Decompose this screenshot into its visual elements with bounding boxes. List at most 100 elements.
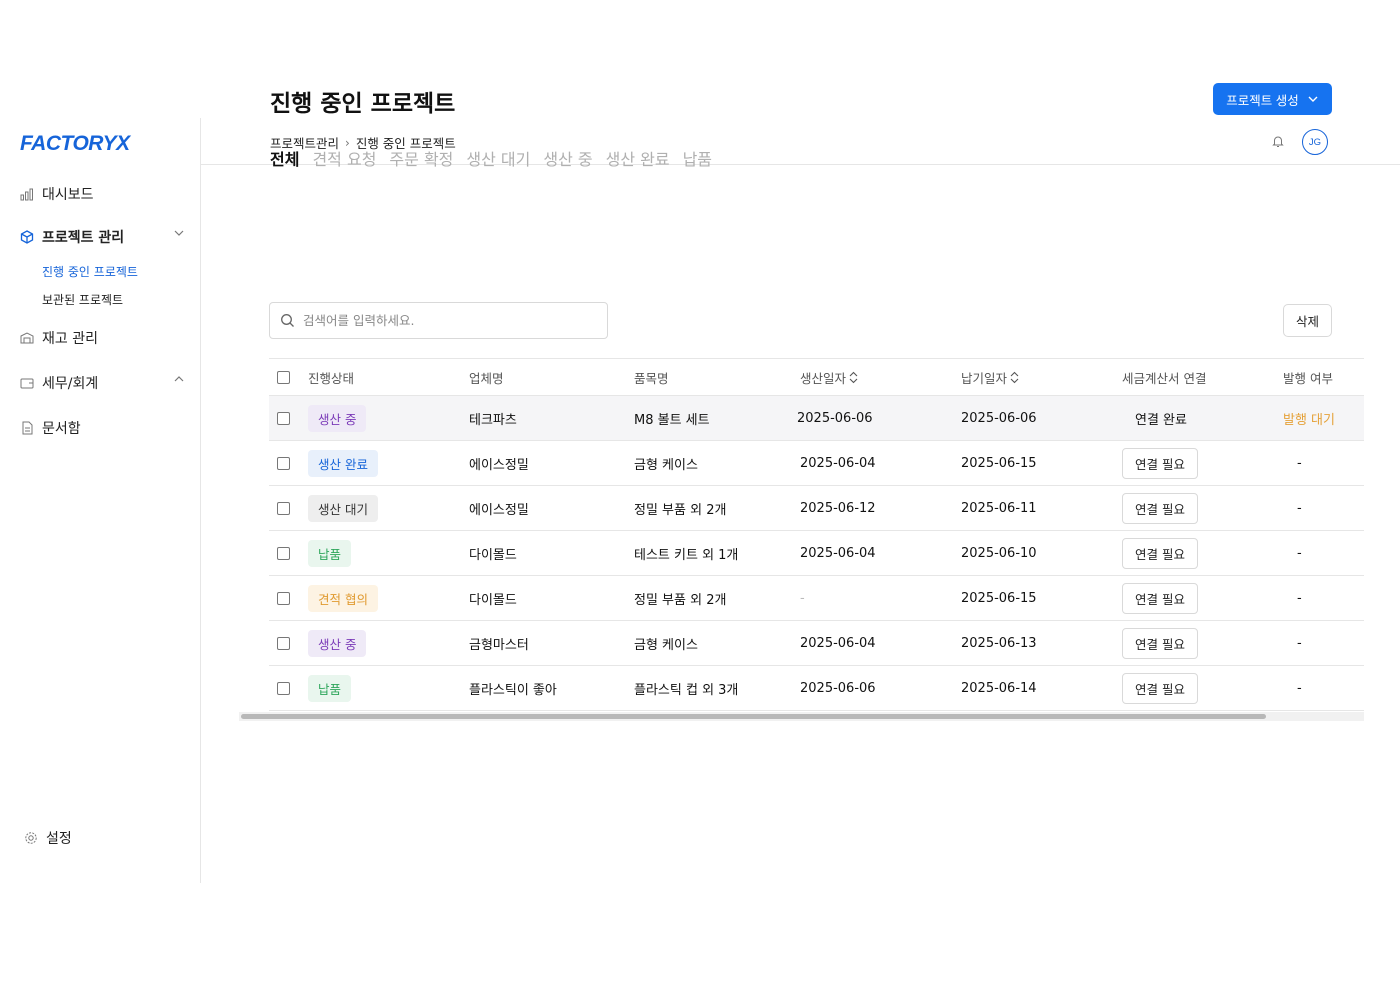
status-badge: 생산 대기 — [308, 494, 378, 522]
chevron-up-icon[interactable] — [173, 373, 185, 385]
select-all-checkbox[interactable] — [277, 370, 290, 384]
bell-icon[interactable] — [1271, 133, 1285, 147]
chevron-down-icon[interactable] — [173, 227, 185, 239]
table-row[interactable]: 납품 다이몰드 테스트 키트 외 1개 2025-06-04 2025-06-1… — [269, 531, 1364, 576]
status-cell: 생산 완료 — [308, 441, 378, 485]
sidebar-item-settings[interactable]: 설정 — [24, 828, 72, 848]
column-header-due-date[interactable]: 납기일자 — [961, 359, 1019, 395]
row-checkbox[interactable] — [277, 501, 290, 515]
sidebar-item-tax-accounting[interactable]: 세무/회계 — [20, 373, 185, 393]
tab-production-complete[interactable]: 생산 완료 — [606, 146, 670, 170]
due-date-cell: 2025-06-14 — [961, 680, 1037, 696]
search-box — [269, 302, 608, 339]
issue-status-text: - — [1297, 500, 1302, 516]
issued-cell: - — [1283, 486, 1302, 530]
table-row[interactable]: 견적 협의 다이몰드 정밀 부품 외 2개 - 2025-06-15 연결 필요… — [269, 576, 1364, 621]
row-checkbox[interactable] — [277, 456, 290, 470]
link-invoice-button[interactable]: 연결 필요 — [1122, 672, 1198, 704]
row-checkbox[interactable] — [277, 681, 290, 695]
row-checkbox-cell — [277, 666, 290, 710]
tab-delivered[interactable]: 납품 — [683, 146, 712, 170]
status-cell: 생산 중 — [308, 396, 367, 440]
due-date-cell: 2025-06-15 — [961, 590, 1037, 606]
issued-cell: - — [1283, 531, 1302, 575]
search-icon — [280, 313, 295, 328]
gear-icon — [24, 831, 38, 845]
sidebar-item-dashboard[interactable]: 대시보드 — [20, 184, 185, 204]
row-checkbox[interactable] — [277, 411, 290, 425]
prod-date-cell: - — [800, 590, 805, 606]
avatar[interactable]: JG — [1302, 129, 1328, 155]
create-project-label: 프로젝트 생성 — [1226, 93, 1299, 108]
table-row[interactable]: 생산 완료 에이스정밀 금형 케이스 2025-06-04 2025-06-15… — [269, 441, 1364, 486]
invoice-cell: 연결 필요 — [1122, 576, 1198, 620]
chevron-down-icon — [1307, 93, 1319, 105]
status-cell: 생산 대기 — [308, 486, 378, 530]
invoice-cell: 연결 필요 — [1122, 441, 1198, 485]
link-invoice-button[interactable]: 연결 필요 — [1122, 537, 1198, 569]
company-cell: 금형마스터 — [469, 637, 529, 653]
table-row[interactable]: 납품 플라스틱이 좋아 플라스틱 컵 외 3개 2025-06-06 2025-… — [269, 666, 1364, 711]
issued-cell: 발행 대기 — [1283, 396, 1335, 440]
wallet-icon — [20, 376, 34, 390]
sidebar: FACTORYX 대시보드 프로젝트 관리 진행 중인 프로젝트 보관된 프로젝… — [0, 118, 201, 883]
sidebar-item-documents[interactable]: 문서함 — [20, 418, 185, 438]
sidebar-item-inventory[interactable]: 재고 관리 — [20, 328, 185, 348]
factoryx-logo[interactable]: FACTORYX — [20, 132, 130, 156]
cube-icon — [20, 230, 34, 244]
status-badge: 납품 — [308, 539, 352, 567]
delete-button[interactable]: 삭제 — [1283, 304, 1332, 337]
status-badge: 생산 중 — [308, 404, 367, 432]
table-row[interactable]: 생산 대기 에이스정밀 정밀 부품 외 2개 2025-06-12 2025-0… — [269, 486, 1364, 531]
tab-quote-request[interactable]: 견적 요청 — [312, 146, 376, 170]
sidebar-subitem-archived-projects[interactable]: 보관된 프로젝트 — [42, 291, 123, 308]
prod-date-cell: 2025-06-04 — [800, 455, 876, 471]
link-invoice-button[interactable]: 연결 필요 — [1122, 582, 1198, 614]
scrollbar-thumb[interactable] — [241, 714, 1266, 719]
row-checkbox[interactable] — [277, 636, 290, 650]
tab-all[interactable]: 전체 — [270, 146, 299, 170]
page-title: 진행 중인 프로젝트 — [270, 91, 456, 117]
search-input[interactable] — [303, 313, 593, 328]
sidebar-item-project-management[interactable]: 프로젝트 관리 — [20, 227, 185, 247]
link-invoice-button[interactable]: 연결 필요 — [1122, 492, 1198, 524]
issue-status-text: - — [1297, 635, 1302, 651]
due-date-cell: 2025-06-13 — [961, 635, 1037, 651]
link-invoice-button[interactable]: 연결 필요 — [1122, 447, 1198, 479]
row-checkbox[interactable] — [277, 591, 290, 605]
invoice-cell: 연결 완료 — [1122, 396, 1187, 440]
company-cell: 테크파츠 — [469, 412, 517, 428]
row-checkbox-cell — [277, 576, 290, 620]
status-tabs: 전체 견적 요청 주문 확정 생산 대기 생산 중 생산 완료 납품 — [270, 146, 712, 170]
sidebar-subitem-active-projects[interactable]: 진행 중인 프로젝트 — [42, 263, 138, 280]
tab-in-production[interactable]: 생산 중 — [543, 146, 592, 170]
row-checkbox-cell — [277, 531, 290, 575]
sort-icon[interactable] — [849, 371, 858, 384]
create-project-button[interactable]: 프로젝트 생성 — [1213, 83, 1332, 115]
table-row[interactable]: 생산 중 금형마스터 금형 케이스 2025-06-04 2025-06-13 … — [269, 621, 1364, 666]
status-badge: 견적 협의 — [308, 584, 378, 612]
company-cell: 다이몰드 — [469, 592, 517, 608]
column-header-company: 업체명 — [469, 370, 504, 386]
row-checkbox-cell — [277, 486, 290, 530]
table-row[interactable]: 생산 중 테크파츠 M8 볼트 세트 2025-06-06 2025-06-06… — [269, 396, 1364, 441]
status-cell: 생산 중 — [308, 621, 367, 665]
column-header-prod-date[interactable]: 생산일자 — [800, 359, 858, 395]
settings-label: 설정 — [46, 831, 72, 847]
column-header-issued: 발행 여부 — [1283, 370, 1333, 386]
prod-date-cell: 2025-06-06 — [800, 680, 876, 696]
prod-date-cell: 2025-06-04 — [800, 545, 876, 561]
sort-icon[interactable] — [1010, 371, 1019, 384]
item-cell: M8 볼트 세트 — [634, 412, 710, 428]
column-header-item: 품목명 — [634, 370, 669, 386]
row-checkbox-cell — [277, 621, 290, 665]
due-date-cell: 2025-06-06 — [961, 410, 1037, 426]
row-checkbox[interactable] — [277, 546, 290, 560]
issue-status-text: - — [1297, 680, 1302, 696]
column-header-status: 진행상태 — [308, 370, 355, 386]
link-invoice-button[interactable]: 연결 필요 — [1122, 627, 1198, 659]
tab-order-confirmed[interactable]: 주문 확정 — [389, 146, 453, 170]
horizontal-scrollbar[interactable] — [239, 712, 1364, 721]
item-cell: 금형 케이스 — [634, 457, 698, 473]
tab-production-waiting[interactable]: 생산 대기 — [466, 146, 530, 170]
